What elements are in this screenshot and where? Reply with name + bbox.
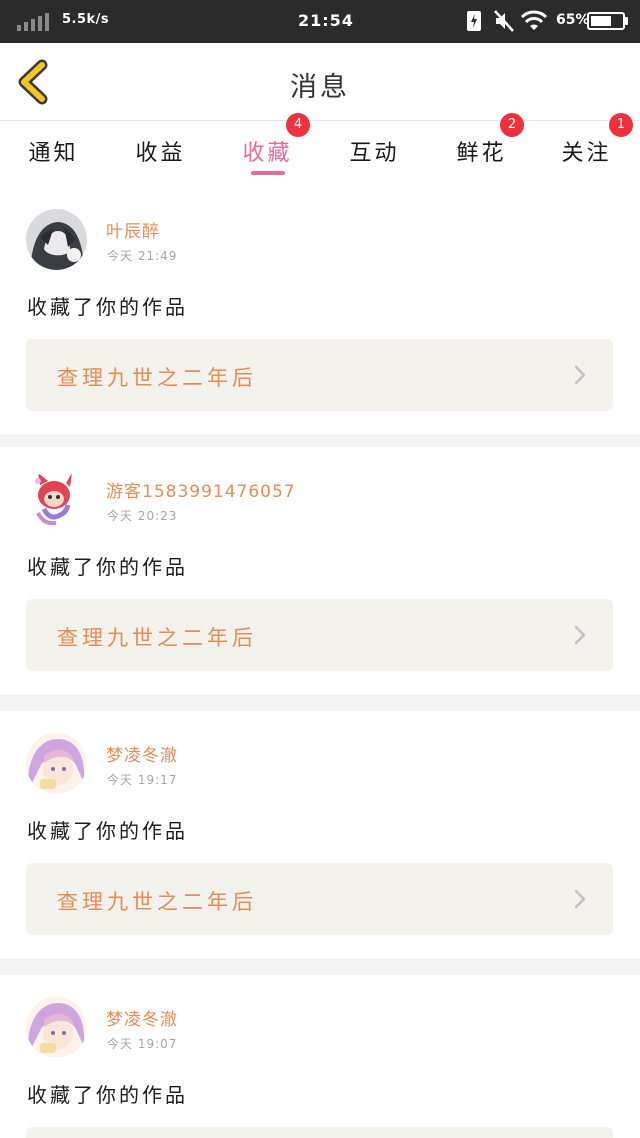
active-tab-indicator xyxy=(251,171,285,175)
battery-tip xyxy=(625,17,628,25)
work-title: 查理九世之二年后 xyxy=(57,366,257,390)
work-title: 查理九世之二年后 xyxy=(57,890,257,914)
message-card: 叶辰醉 今天 21:49 收藏了你的作品 查理九世之二年后 xyxy=(0,187,640,434)
battery-icon xyxy=(587,12,625,30)
avatar[interactable] xyxy=(26,209,87,270)
username[interactable]: 游客1583991476057 xyxy=(106,477,296,502)
message-card: 游客1583991476057 今天 20:23 收藏了你的作品 查理九世之二年… xyxy=(0,447,640,694)
work-title: 查理九世之二年后 xyxy=(57,626,257,650)
status-bar: 5.5k/s 21:54 65% xyxy=(0,0,640,43)
top-bar: 消息 xyxy=(0,43,640,121)
tab-label: 收益 xyxy=(135,141,186,166)
mute-icon xyxy=(493,9,515,33)
tab-flowers[interactable]: 鲜花 2 xyxy=(428,113,535,187)
username[interactable]: 梦凌冬澈 xyxy=(106,741,178,766)
tab-notifications[interactable]: 通知 xyxy=(0,121,107,187)
tab-label: 关注 xyxy=(561,141,612,166)
message-text: 收藏了你的作品 xyxy=(27,1083,188,1107)
tab-label: 通知 xyxy=(28,141,79,166)
work-link[interactable] xyxy=(26,1127,613,1138)
avatar[interactable] xyxy=(26,733,87,794)
page-title: 消息 xyxy=(290,72,350,103)
message-text: 收藏了你的作品 xyxy=(27,819,188,843)
tab-interactions[interactable]: 互动 xyxy=(321,121,428,187)
message-card: 梦凌冬澈 今天 19:17 收藏了你的作品 查理九世之二年后 xyxy=(0,711,640,958)
tab-bar: 通知 收益 收藏 4 互动 鲜花 2 关注 1 xyxy=(0,113,640,187)
tab-favorites[interactable]: 收藏 4 xyxy=(214,113,321,187)
timestamp: 今天 19:17 xyxy=(107,773,178,787)
chevron-right-icon xyxy=(574,365,586,385)
tab-badge: 4 xyxy=(286,113,310,137)
charging-icon xyxy=(467,11,481,31)
message-text: 收藏了你的作品 xyxy=(27,295,188,319)
work-link[interactable]: 查理九世之二年后 xyxy=(26,339,613,411)
tab-badge: 1 xyxy=(609,113,633,137)
tab-label: 收藏 xyxy=(242,141,293,166)
clock: 21:54 xyxy=(298,11,354,30)
avatar[interactable] xyxy=(26,469,87,530)
battery-percent: 65% xyxy=(556,12,590,28)
username[interactable]: 梦凌冬澈 xyxy=(106,1005,178,1030)
tab-label: 互动 xyxy=(349,141,400,166)
work-link[interactable]: 查理九世之二年后 xyxy=(26,599,613,671)
signal-icon xyxy=(17,13,51,31)
timestamp: 今天 20:23 xyxy=(107,509,178,523)
wifi-icon xyxy=(520,10,548,32)
chevron-right-icon xyxy=(574,625,586,645)
timestamp: 今天 21:49 xyxy=(107,249,178,263)
work-link[interactable]: 查理九世之二年后 xyxy=(26,863,613,935)
timestamp: 今天 19:07 xyxy=(107,1037,178,1051)
avatar[interactable] xyxy=(26,997,87,1058)
tab-label: 鲜花 xyxy=(456,141,507,166)
tab-badge: 2 xyxy=(500,113,524,137)
message-text: 收藏了你的作品 xyxy=(27,555,188,579)
net-speed: 5.5k/s xyxy=(62,12,110,27)
username[interactable]: 叶辰醉 xyxy=(106,217,160,242)
chevron-right-icon xyxy=(574,889,586,909)
battery-level xyxy=(591,16,611,26)
message-card: 梦凌冬澈 今天 19:07 收藏了你的作品 xyxy=(0,975,640,1138)
tab-follows[interactable]: 关注 1 xyxy=(533,113,640,187)
tab-earnings[interactable]: 收益 xyxy=(107,121,214,187)
